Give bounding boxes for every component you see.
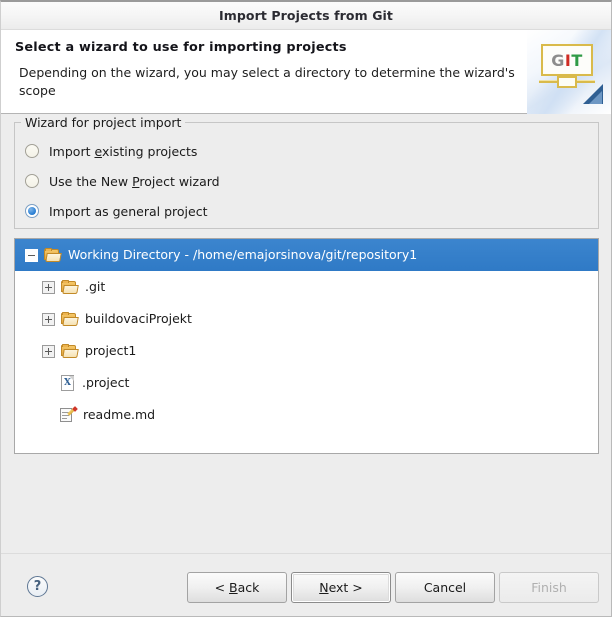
back-button-label: < Back xyxy=(214,580,260,595)
tree-item-label: Working Directory - /home/emajorsinova/g… xyxy=(68,247,418,262)
tree-item-label: .git xyxy=(85,279,106,294)
import-projects-dialog: Import Projects from Git Select a wizard… xyxy=(0,0,612,617)
radio-label: Import as general project xyxy=(49,203,208,219)
banner-triangle-light-icon xyxy=(589,91,602,104)
radio-indicator[interactable] xyxy=(25,144,39,158)
tree-item-label: .project xyxy=(82,375,130,390)
radio-group: Import existing projects Use the New Pro… xyxy=(15,123,598,226)
table-row[interactable]: buildovaciProjekt xyxy=(15,303,598,335)
directory-tree[interactable]: Working Directory - /home/emajorsinova/g… xyxy=(14,238,599,454)
table-row[interactable]: readme.md xyxy=(15,399,598,431)
radio-option-import-existing[interactable]: Import existing projects xyxy=(25,136,598,166)
git-stand xyxy=(557,76,577,88)
tree-item-label: project1 xyxy=(85,343,137,358)
folder-open-icon xyxy=(61,312,79,326)
radio-label: Import existing projects xyxy=(49,143,198,159)
cancel-button-label: Cancel xyxy=(423,580,467,595)
finish-button: Finish xyxy=(499,572,599,603)
radio-option-new-project-wizard[interactable]: Use the New Project wizard xyxy=(25,166,598,196)
radio-option-import-general[interactable]: Import as general project xyxy=(25,196,598,226)
radio-indicator-selected[interactable] xyxy=(25,204,39,218)
table-row[interactable]: .git xyxy=(15,271,598,303)
radio-indicator[interactable] xyxy=(25,174,39,188)
dialog-titlebar: Import Projects from Git xyxy=(1,2,611,29)
page-title: Select a wizard to use for importing pro… xyxy=(15,40,347,55)
help-icon[interactable]: ? xyxy=(27,576,48,597)
finish-button-label: Finish xyxy=(531,580,567,595)
help-glyph: ? xyxy=(33,579,42,594)
page-description: Depending on the wizard, you may select … xyxy=(19,65,515,98)
next-button[interactable]: Next > xyxy=(291,572,391,603)
tree-item-label: buildovaciProjekt xyxy=(85,311,192,326)
git-plaque: G I T xyxy=(541,44,593,76)
folder-open-icon xyxy=(61,344,79,358)
table-row[interactable]: project1 xyxy=(15,335,598,367)
group-legend: Wizard for project import xyxy=(21,115,186,130)
wizard-option-group: Wizard for project import Import existin… xyxy=(14,115,599,229)
next-button-label: Next > xyxy=(319,580,363,595)
xml-file-icon: X xyxy=(61,375,75,391)
folder-open-icon xyxy=(44,248,62,262)
expand-plus-icon[interactable] xyxy=(42,280,55,294)
expand-plus-icon[interactable] xyxy=(42,312,55,326)
collapse-minus-icon[interactable] xyxy=(25,248,38,262)
dialog-footer: ? < Back Next > Cancel Finish xyxy=(1,553,611,616)
dialog-title: Import Projects from Git xyxy=(218,8,394,23)
git-letter-t: T xyxy=(571,50,583,70)
tree-item-label: readme.md xyxy=(83,407,156,422)
button-row: < Back Next > Cancel Finish xyxy=(187,572,599,603)
expand-plus-icon[interactable] xyxy=(42,344,55,358)
markdown-file-icon xyxy=(60,406,78,423)
git-letter-g: G xyxy=(551,50,565,70)
git-banner-icon: G I T xyxy=(527,30,611,114)
back-button[interactable]: < Back xyxy=(187,572,287,603)
radio-label: Use the New Project wizard xyxy=(49,173,220,189)
table-row[interactable]: X .project xyxy=(15,367,598,399)
wizard-header: Select a wizard to use for importing pro… xyxy=(1,29,611,114)
table-row[interactable]: Working Directory - /home/emajorsinova/g… xyxy=(15,239,598,271)
cancel-button[interactable]: Cancel xyxy=(395,572,495,603)
folder-open-icon xyxy=(61,280,79,294)
